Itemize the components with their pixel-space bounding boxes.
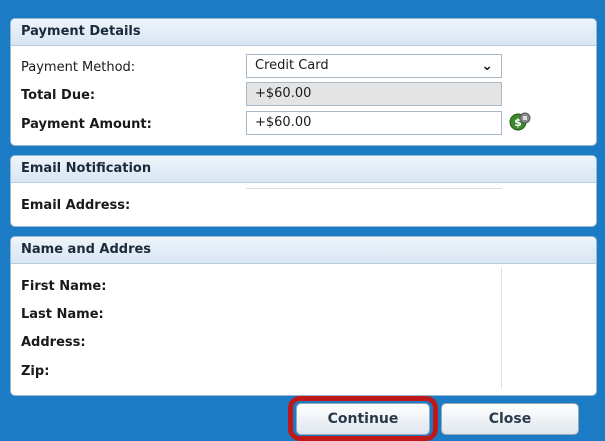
zip-label: Zip: xyxy=(21,364,50,379)
chevron-down-icon: ⌄ xyxy=(481,58,493,74)
payment-details-header: Payment Details xyxy=(11,19,596,46)
email-address-label: Email Address: xyxy=(21,198,131,213)
payment-amount-label: Payment Amount: xyxy=(21,117,152,132)
email-field-top-border xyxy=(246,188,502,189)
last-name-input[interactable] xyxy=(246,303,500,325)
payment-method-select[interactable]: Credit Card ⌄ xyxy=(246,54,502,78)
close-button[interactable]: Close xyxy=(441,403,579,435)
payment-amount-input[interactable]: +$60.00 xyxy=(246,111,502,135)
total-due-field: +$60.00 xyxy=(246,82,502,106)
first-name-label: First Name: xyxy=(21,279,107,294)
address-label: Address: xyxy=(21,335,86,350)
name-address-panel: Name and Addres First Name: Last Name: A… xyxy=(10,236,597,396)
name-address-header: Name and Addres xyxy=(11,237,596,264)
money-calculator-icon[interactable]: $ xyxy=(509,111,531,133)
payment-method-value: Credit Card xyxy=(255,58,329,73)
email-notification-panel: Email Notification Email Address: xyxy=(10,155,597,227)
payment-method-label: Payment Method: xyxy=(21,60,136,75)
payment-details-panel: Payment Details Payment Method: Credit C… xyxy=(10,18,597,146)
form-divider xyxy=(501,267,502,389)
address-input[interactable] xyxy=(246,331,500,353)
first-name-input[interactable] xyxy=(246,275,500,297)
zip-input[interactable] xyxy=(246,360,500,382)
continue-highlight xyxy=(288,396,438,441)
email-notification-header: Email Notification xyxy=(11,156,596,183)
total-due-label: Total Due: xyxy=(21,88,96,103)
email-address-input[interactable] xyxy=(246,190,502,214)
last-name-label: Last Name: xyxy=(21,307,104,322)
